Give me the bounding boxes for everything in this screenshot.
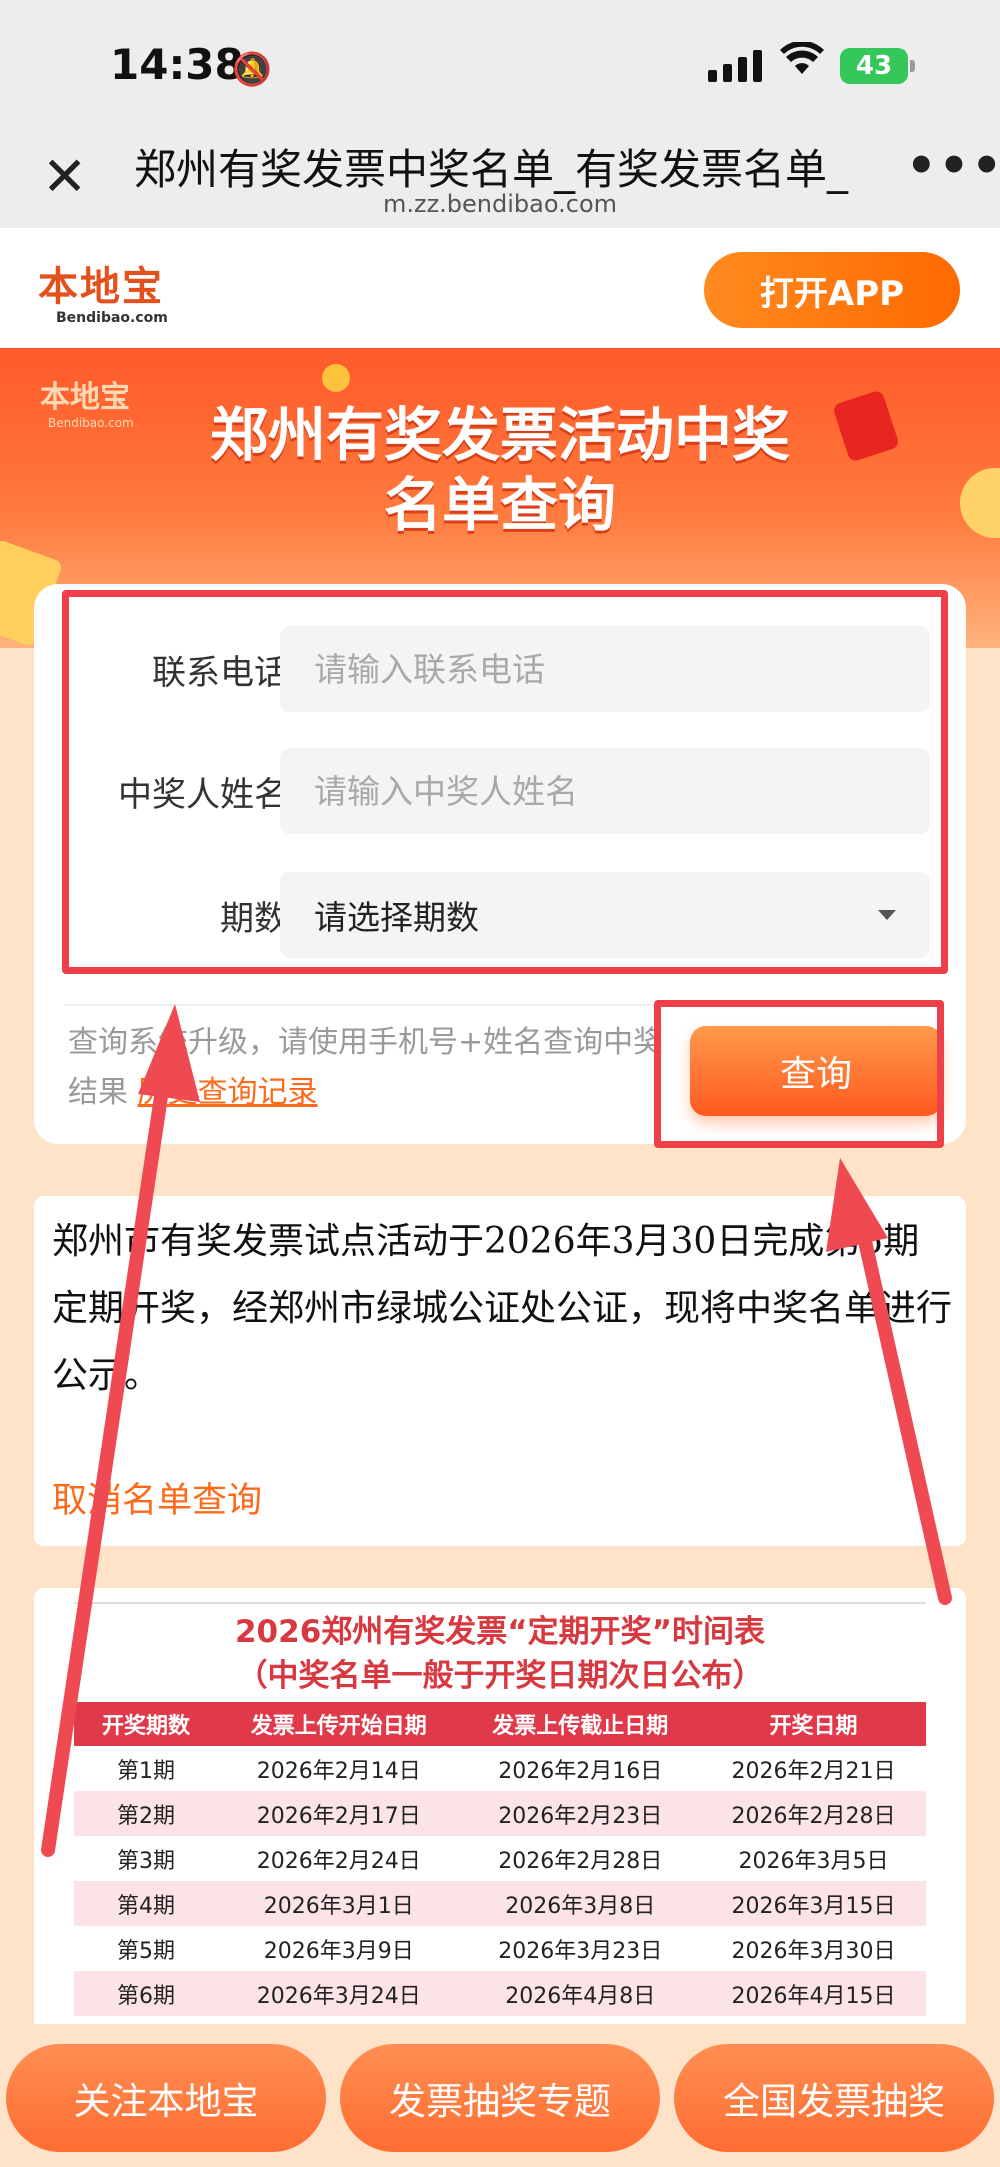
wifi-icon [780,40,824,86]
table-cell: 第4期 [74,1881,218,1926]
banner-title: 郑州有奖发票活动中奖 名单查询 [209,401,790,539]
mute-bell-icon: 🔕 [232,50,272,88]
table-cell: 2026年3月23日 [498,1938,663,1964]
table-cell: 2026年2月24日 [256,1848,421,1874]
status-bar: 14:38 🔕 43 [0,0,1000,120]
site-logo[interactable]: 本地宝 Bendibao.com [38,254,168,326]
page-title: 郑州有奖发票中奖名单_有奖发票名单_ [134,145,849,194]
table-cell: 2026年2月21日 [731,1758,896,1784]
table-cell: 2026年3月30日 [731,1938,896,1964]
table-cell: 2026年3月24日 [218,1971,460,2016]
notice-text: 郑州市有奖发票试点活动于2026年3月30日完成第5期定期开奖，经郑州市绿城公证… [52,1221,953,1396]
table-cell: 2026年3月1日 [218,1881,460,1926]
browser-bar: ✕ 郑州有奖发票中奖名单_有奖发票名单_ m.zz.bendibao.com •… [0,120,1000,228]
table-cell: 第1期 [117,1758,175,1784]
table-cell: 2026年2月14日 [256,1758,421,1784]
bottom-bar: 关注本地宝 发票抽奖专题 全国发票抽奖 [0,2024,1000,2167]
table-cell: 2026年3月9日 [263,1938,414,1964]
table-cell: 2026年3月5日 [738,1848,889,1874]
national-invoice-lottery-button[interactable]: 全国发票抽奖 [674,2044,994,2152]
table-header-row: 开奖期数 发票上传开始日期 发票上传截止日期 开奖日期 [74,1702,926,1746]
table-row: 第5期 2026年3月9日 2026年3月23日 2026年3月30日 [74,1926,926,1971]
table-row: 第6期 2026年3月24日 2026年4月8日 2026年4月15日 [74,1971,926,2016]
cellular-signal-icon [708,48,762,82]
follow-bendibao-button[interactable]: 关注本地宝 [6,2044,326,2152]
battery-level: 43 [855,51,893,81]
schedule-table: 开奖期数 发票上传开始日期 发票上传截止日期 开奖日期 第1期 2026年2月14… [74,1702,926,2016]
notice-card: 郑州市有奖发票试点活动于2026年3月30日完成第5期定期开奖，经郑州市绿城公证… [34,1196,966,1546]
table-row: 第3期 2026年2月24日 2026年2月28日 2026年3月5日 [74,1836,926,1881]
table-header: 开奖期数 [74,1702,218,1746]
table-cell: 2026年2月28日 [701,1791,926,1836]
more-options-icon[interactable]: ••• [906,138,1000,194]
table-cell: 2026年3月8日 [459,1881,701,1926]
schedule-card: 2026郑州有奖发票“定期开奖”时间表 （中奖名单一般于开奖日期次日公布） 开奖… [34,1588,966,2088]
table-cell: 2026年4月15日 [701,1971,926,2016]
open-app-button[interactable]: 打开APP [704,252,960,328]
annotation-box-query [654,1000,944,1148]
table-cell: 第3期 [117,1848,175,1874]
site-header: 本地宝 Bendibao.com 打开APP [0,228,1000,348]
table-cell: 2026年4月8日 [459,1971,701,2016]
table-cell: 第2期 [74,1791,218,1836]
query-hint: 查询系统升级，请使用手机号+姓名查询中奖结果 历史查询记录 [68,1018,688,1118]
page-url: m.zz.bendibao.com [382,190,618,218]
cancel-list-query-link[interactable]: 取消名单查询 [52,1472,262,1523]
battery-tip [910,60,915,72]
divider [74,1602,926,1604]
history-query-link[interactable]: 历史查询记录 [138,1075,318,1110]
table-row: 第4期 2026年3月1日 2026年3月8日 2026年3月15日 [74,1881,926,1926]
annotation-box-form [62,590,948,974]
coin-decoration [322,364,350,392]
table-header: 开奖日期 [701,1702,926,1746]
table-row: 第1期 2026年2月14日 2026年2月16日 2026年2月21日 [74,1746,926,1791]
table-cell: 2026年2月16日 [498,1758,663,1784]
table-cell: 第6期 [74,1971,218,2016]
battery-icon: 43 [840,48,908,84]
invoice-lottery-topic-button[interactable]: 发票抽奖专题 [340,2044,660,2152]
table-header: 发票上传开始日期 [218,1702,460,1746]
schedule-title: 2026郑州有奖发票“定期开奖”时间表 （中奖名单一般于开奖日期次日公布） [234,1614,766,1694]
table-row: 第2期 2026年2月17日 2026年2月23日 2026年2月28日 [74,1791,926,1836]
table-cell: 2026年2月17日 [218,1791,460,1836]
table-header: 发票上传截止日期 [459,1702,701,1746]
table-cell: 2026年2月28日 [498,1848,663,1874]
table-cell: 2026年2月23日 [459,1791,701,1836]
status-time: 14:38 [110,40,244,89]
table-cell: 第5期 [117,1938,175,1964]
table-cell: 2026年3月15日 [701,1881,926,1926]
